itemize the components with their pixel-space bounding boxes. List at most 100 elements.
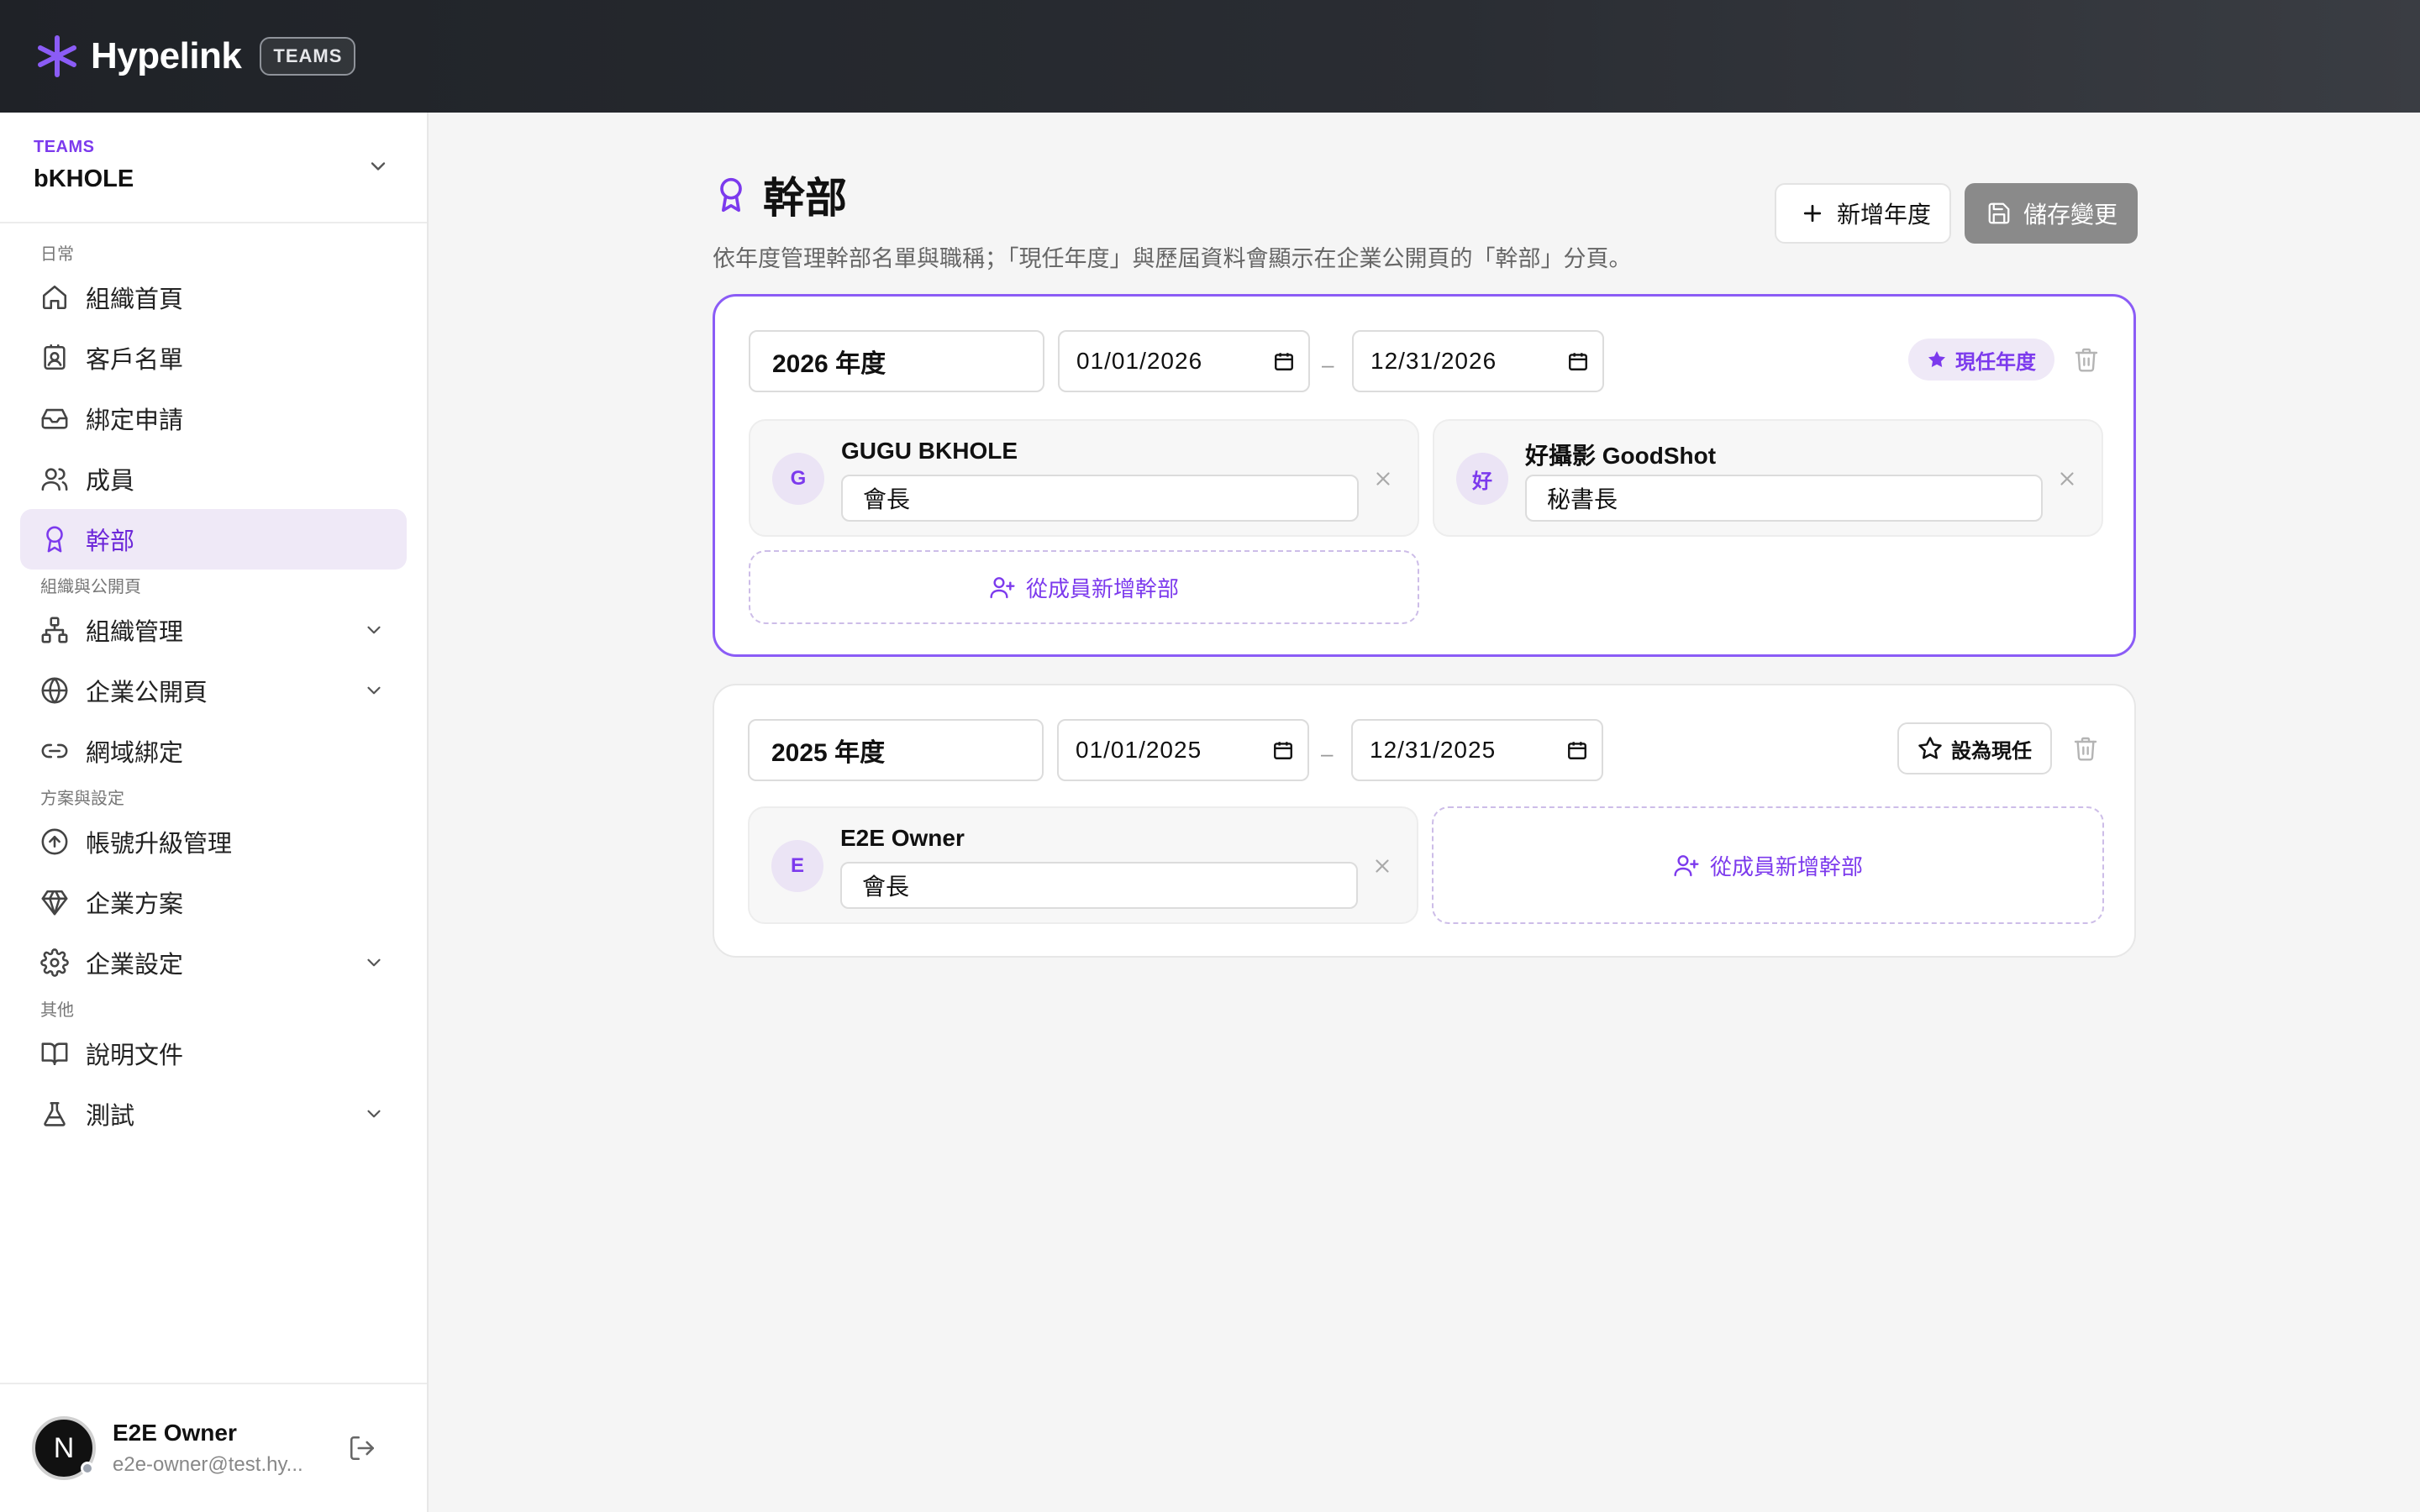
user-plus-icon (990, 577, 1015, 599)
chevron-down-icon (367, 1110, 381, 1118)
calendar-icon[interactable] (1566, 739, 1588, 761)
set-current-button[interactable]: 設為現任 (1897, 722, 2052, 774)
officer-card: 好 好攝影 GoodShot 秘書長 (1433, 419, 2103, 537)
officer-name: GUGU BKHOLE (841, 438, 1018, 464)
sidebar-item-account-upgrade[interactable]: 帳號升級管理 (20, 811, 407, 872)
sidebar: TEAMS bKHOLE 日常 組織首頁 客戶名單 綁定申請 成員 幹部 組織與… (0, 113, 429, 1512)
hypelink-logo-icon (38, 35, 76, 77)
start-date-value: 01/01/2026 (1076, 348, 1203, 374)
sidebar-item-label: 測試 (86, 1103, 135, 1130)
start-date-value: 01/01/2025 (1076, 737, 1202, 763)
officer-avatar: 好 (1456, 453, 1508, 505)
sidebar-item-label: 綁定申請 (86, 407, 184, 434)
save-changes-button[interactable]: 儲存變更 (1965, 183, 2138, 244)
brand-name[interactable]: Hypelink (91, 35, 242, 77)
close-icon[interactable] (1372, 468, 1394, 490)
sidebar-item-org-management[interactable]: 組織管理 (20, 600, 407, 660)
sidebar-item-label: 組織管理 (86, 619, 184, 646)
section-label-org-public: 組織與公開頁 (40, 577, 141, 596)
avatar-initial: N (53, 1431, 75, 1464)
sidebar-item-domain-binding[interactable]: 網域綁定 (20, 721, 407, 781)
org-chart-icon (41, 617, 68, 643)
user-email: e2e-owner@test.hy... (113, 1453, 303, 1476)
trash-icon[interactable] (2072, 734, 2099, 763)
top-bar: Hypelink TEAMS (0, 0, 2420, 113)
officer-title-input[interactable]: 會長 (841, 475, 1359, 522)
end-date-input[interactable]: 12/31/2025 (1351, 719, 1603, 781)
sidebar-item-docs[interactable]: 說明文件 (20, 1023, 407, 1084)
page-header: 幹部 依年度管理幹部名單與職稱；「現任年度」與歷屆資料會顯示在企業公開頁的「幹部… (713, 165, 1632, 273)
officer-avatar: G (772, 453, 824, 505)
start-date-input[interactable]: 01/01/2026 (1058, 330, 1310, 392)
gear-icon (40, 948, 69, 977)
sidebar-item-label: 企業方案 (86, 891, 184, 918)
end-date-input[interactable]: 12/31/2026 (1352, 330, 1604, 392)
close-icon[interactable] (2056, 468, 2078, 490)
status-dot (81, 1462, 94, 1475)
add-year-button[interactable]: 新增年度 (1775, 183, 1951, 244)
year-card-2026: 2026 年度 01/01/2026 – 12/31/2026 現任年度 G G… (713, 294, 2136, 657)
plus-icon (1803, 204, 1822, 223)
avatar[interactable]: N (32, 1416, 96, 1480)
sidebar-item-org-home[interactable]: 組織首頁 (20, 267, 407, 328)
sidebar-item-label: 幹部 (86, 528, 135, 555)
sidebar-item-label: 成員 (86, 468, 135, 495)
sidebar-item-enterprise-plan[interactable]: 企業方案 (20, 872, 407, 932)
add-officer-label: 從成員新增幹部 (1709, 853, 1863, 879)
book-icon (41, 1042, 68, 1066)
sidebar-item-public-page[interactable]: 企業公開頁 (20, 660, 407, 721)
officer-avatar: E (771, 840, 823, 892)
award-icon (46, 526, 63, 553)
sidebar-item-members[interactable]: 成員 (20, 449, 407, 509)
officer-card: G GUGU BKHOLE 會長 (749, 419, 1419, 537)
officer-title-input[interactable]: 會長 (840, 862, 1358, 909)
chevron-down-icon (367, 686, 381, 695)
calendar-icon[interactable] (1567, 350, 1589, 372)
sidebar-item-officers[interactable]: 幹部 (20, 509, 407, 570)
end-date-value: 12/31/2026 (1370, 348, 1497, 374)
sidebar-item-label: 帳號升級管理 (86, 831, 233, 858)
star-icon (1918, 737, 1942, 759)
sidebar-item-label: 說明文件 (86, 1042, 184, 1069)
calendar-icon[interactable] (1272, 739, 1294, 761)
add-officer-label: 從成員新增幹部 (1025, 575, 1179, 601)
users-icon (41, 468, 68, 491)
user-profile[interactable]: N E2E Owner e2e-owner@test.hy... (0, 1383, 427, 1512)
section-label-daily: 日常 (40, 244, 74, 264)
flask-icon (44, 1101, 66, 1126)
logout-icon[interactable] (348, 1434, 376, 1462)
set-current-label: 設為現任 (1951, 739, 2032, 763)
add-officer-button[interactable]: 從成員新增幹部 (1432, 806, 2104, 924)
close-icon[interactable] (1371, 855, 1393, 877)
award-icon (720, 177, 742, 213)
officer-title-input[interactable]: 秘書長 (1525, 475, 2043, 522)
section-label-plans-settings: 方案與設定 (40, 789, 124, 808)
org-name: bKHOLE (34, 165, 134, 192)
user-name: E2E Owner (113, 1420, 237, 1446)
year-name-input[interactable]: 2025 年度 (748, 719, 1044, 781)
sidebar-item-label: 企業公開頁 (86, 680, 208, 706)
save-icon (1988, 202, 2010, 224)
date-separator: – (1321, 741, 1334, 766)
add-officer-button[interactable]: 從成員新增幹部 (749, 550, 1419, 624)
save-changes-label: 儲存變更 (2023, 202, 2118, 228)
page-description: 依年度管理幹部名單與職稱；「現任年度」與歷屆資料會顯示在企業公開頁的「幹部」分頁… (713, 246, 1632, 271)
sidebar-item-clients[interactable]: 客戶名單 (20, 328, 407, 388)
link-icon (41, 743, 68, 759)
sidebar-item-test[interactable]: 測試 (20, 1084, 407, 1144)
sidebar-item-label: 組織首頁 (86, 286, 184, 313)
section-label-other: 其他 (40, 1000, 74, 1020)
user-plus-icon (1674, 855, 1699, 877)
start-date-input[interactable]: 01/01/2025 (1057, 719, 1309, 781)
year-name-input[interactable]: 2026 年度 (749, 330, 1044, 392)
sidebar-item-binding-requests[interactable]: 綁定申請 (20, 388, 407, 449)
home-icon (42, 285, 67, 310)
upgrade-icon (41, 828, 68, 855)
sidebar-item-label: 企業設定 (86, 952, 184, 979)
inbox-icon (41, 408, 68, 429)
trash-icon[interactable] (2073, 345, 2100, 374)
org-switcher[interactable]: TEAMS bKHOLE (0, 113, 427, 223)
sidebar-item-enterprise-settings[interactable]: 企業設定 (20, 932, 407, 993)
contact-icon (44, 344, 66, 370)
calendar-icon[interactable] (1273, 350, 1295, 372)
